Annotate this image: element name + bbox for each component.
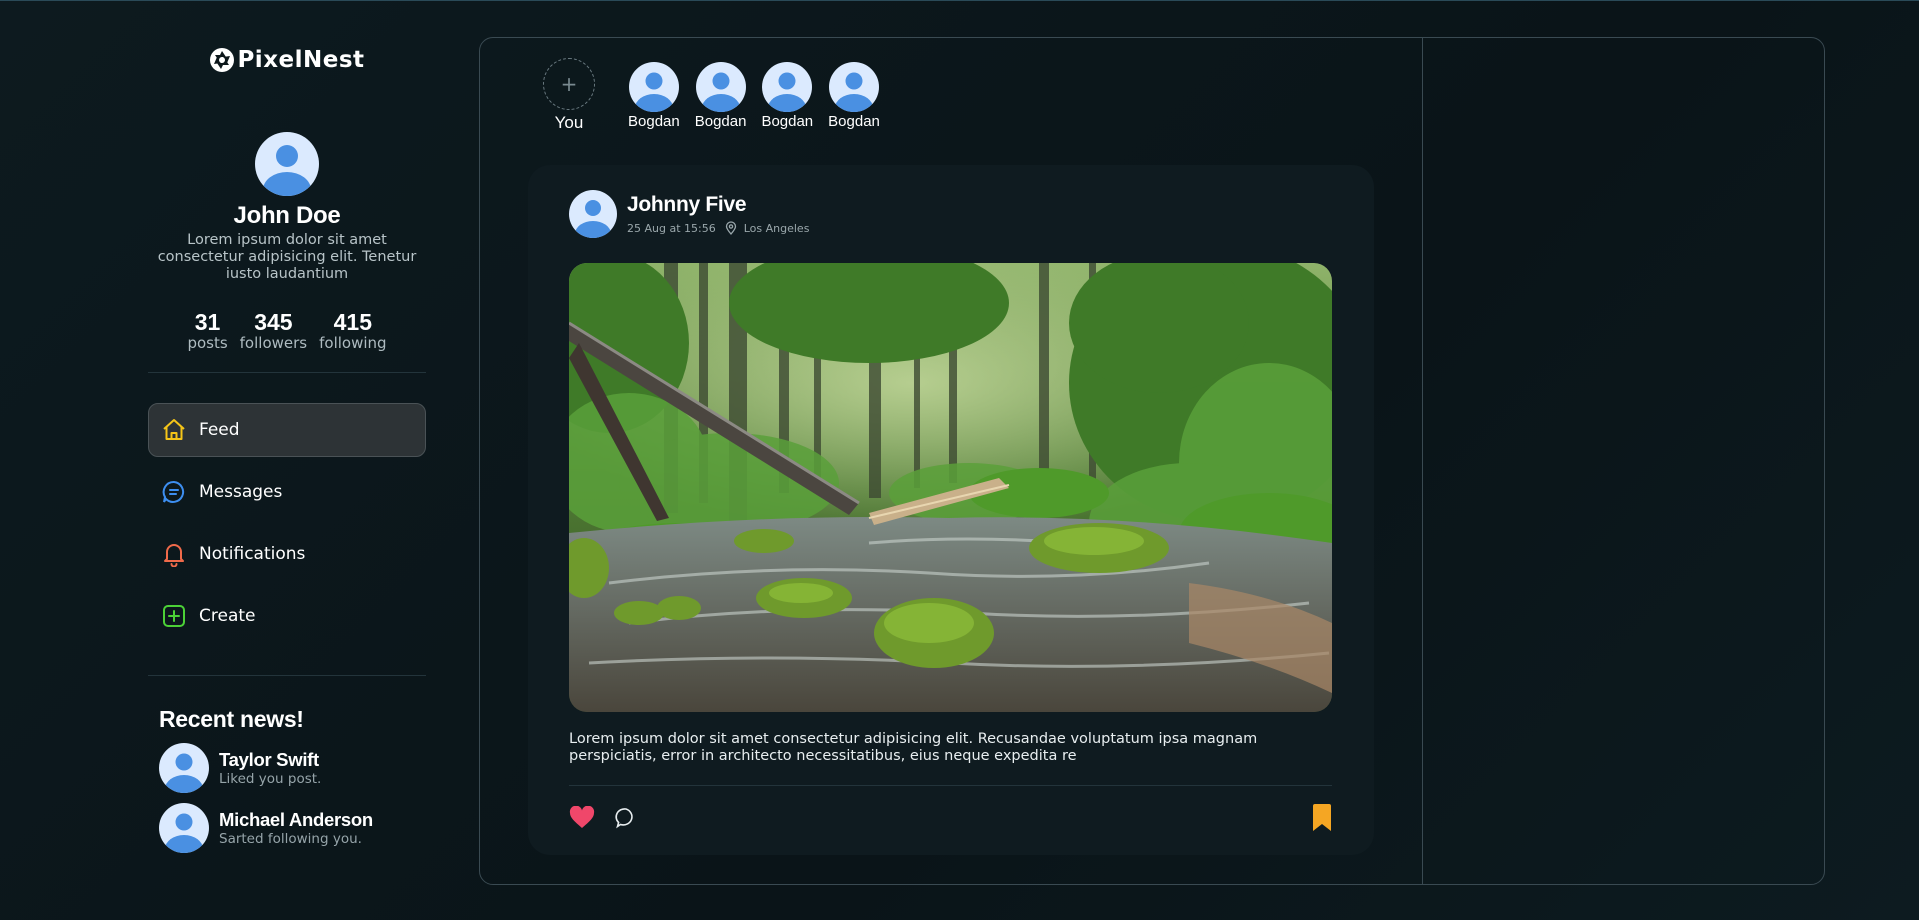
stat-label: following xyxy=(319,334,387,352)
story-user-name: Bogdan xyxy=(694,113,747,130)
profile-name: John Doe xyxy=(233,202,341,229)
top-border xyxy=(0,0,1919,1)
heart-icon xyxy=(569,806,595,828)
stat-label: followers xyxy=(239,334,308,352)
stat-value: 31 xyxy=(194,309,221,335)
story-user-name: Bogdan xyxy=(628,113,680,130)
recent-news-title: Recent news! xyxy=(159,706,304,732)
nav-label: Notifications xyxy=(199,544,306,564)
sidebar-divider xyxy=(148,675,426,676)
post-date: 25 Aug at 15:56 xyxy=(627,221,716,235)
like-button[interactable] xyxy=(569,806,595,830)
stat-label: posts xyxy=(187,334,228,352)
news-item[interactable]: Taylor Swift Liked you post. xyxy=(159,743,426,793)
home-icon xyxy=(161,417,187,443)
bell-icon xyxy=(161,541,187,567)
nav-label: Messages xyxy=(199,482,283,502)
nav-item-messages[interactable]: Messages xyxy=(148,465,426,519)
story-item[interactable]: Bogdan xyxy=(828,58,880,130)
forest-river-photo xyxy=(569,263,1332,712)
post-image[interactable] xyxy=(569,263,1332,712)
post-actions xyxy=(569,801,1332,835)
stat-value: 345 xyxy=(254,309,293,335)
story-item[interactable]: Bogdan xyxy=(628,58,680,130)
location-pin-icon xyxy=(725,221,736,235)
main-nav: Feed Messages Notifications Create xyxy=(148,403,426,643)
nav-item-feed[interactable]: Feed xyxy=(148,403,426,457)
stat-value: 415 xyxy=(333,309,373,335)
avatar xyxy=(159,743,209,793)
nav-item-create[interactable]: Create xyxy=(148,589,426,643)
nav-label: Create xyxy=(199,606,256,626)
column-divider xyxy=(1422,38,1423,884)
sidebar: PixelNest John Doe Lorem ipsum dolor sit… xyxy=(148,40,426,853)
story-add-own[interactable]: + You xyxy=(543,58,595,133)
stat-followers[interactable]: 345 followers xyxy=(240,309,307,352)
avatar[interactable] xyxy=(255,132,319,196)
news-description: Sarted following you. xyxy=(219,831,362,847)
stories-bar: + You Bogdan Bogdan Bogdan Bogdan xyxy=(543,58,895,133)
bookmark-button[interactable] xyxy=(1312,804,1332,832)
app-name: PixelNest xyxy=(237,47,365,73)
story-user-name: Bogdan xyxy=(828,113,880,130)
avatar xyxy=(628,62,679,112)
main-content: + You Bogdan Bogdan Bogdan Bogdan Johnny… xyxy=(479,37,1825,885)
profile-bio: Lorem ipsum dolor sit amet consectetur a… xyxy=(157,232,417,282)
avatar xyxy=(695,62,746,112)
bookmark-icon xyxy=(1313,804,1331,831)
news-user-name: Taylor Swift xyxy=(219,749,319,770)
comment-button[interactable] xyxy=(615,807,637,829)
nav-item-notifications[interactable]: Notifications xyxy=(148,527,426,581)
profile-stats: 31 posts 345 followers 415 following xyxy=(187,309,386,352)
avatar xyxy=(762,62,813,112)
plus-square-icon xyxy=(161,603,187,629)
avatar[interactable] xyxy=(569,190,617,238)
story-item[interactable]: Bogdan xyxy=(761,58,813,130)
nav-label: Feed xyxy=(199,420,240,440)
avatar xyxy=(829,62,880,112)
comment-icon xyxy=(615,808,633,829)
news-item[interactable]: Michael Anderson Sarted following you. xyxy=(159,803,426,853)
post-author[interactable]: Johnny Five xyxy=(627,193,809,217)
profile-card: John Doe Lorem ipsum dolor sit amet cons… xyxy=(148,132,426,352)
post-meta: 25 Aug at 15:56 Los Angeles xyxy=(627,221,809,235)
story-you-label: You xyxy=(554,113,584,132)
post-location[interactable]: Los Angeles xyxy=(744,222,810,235)
plus-icon: + xyxy=(543,58,595,110)
news-description: Liked you post. xyxy=(219,771,322,787)
avatar xyxy=(159,803,209,853)
post-text: Lorem ipsum dolor sit amet consectetur a… xyxy=(569,731,1258,764)
stat-posts[interactable]: 31 posts xyxy=(187,309,227,352)
post-card: Johnny Five 25 Aug at 15:56 Los Angeles xyxy=(528,165,1374,855)
post-header: Johnny Five 25 Aug at 15:56 Los Angeles xyxy=(569,190,809,238)
sidebar-divider xyxy=(148,372,426,373)
message-icon xyxy=(161,479,187,505)
stat-following[interactable]: 415 following xyxy=(319,309,386,352)
story-user-name: Bogdan xyxy=(761,113,814,130)
story-item[interactable]: Bogdan xyxy=(694,58,747,130)
camera-aperture-icon xyxy=(210,48,235,72)
post-divider xyxy=(569,785,1332,786)
app-logo[interactable]: PixelNest xyxy=(148,40,426,80)
news-user-name: Michael Anderson xyxy=(219,809,373,830)
